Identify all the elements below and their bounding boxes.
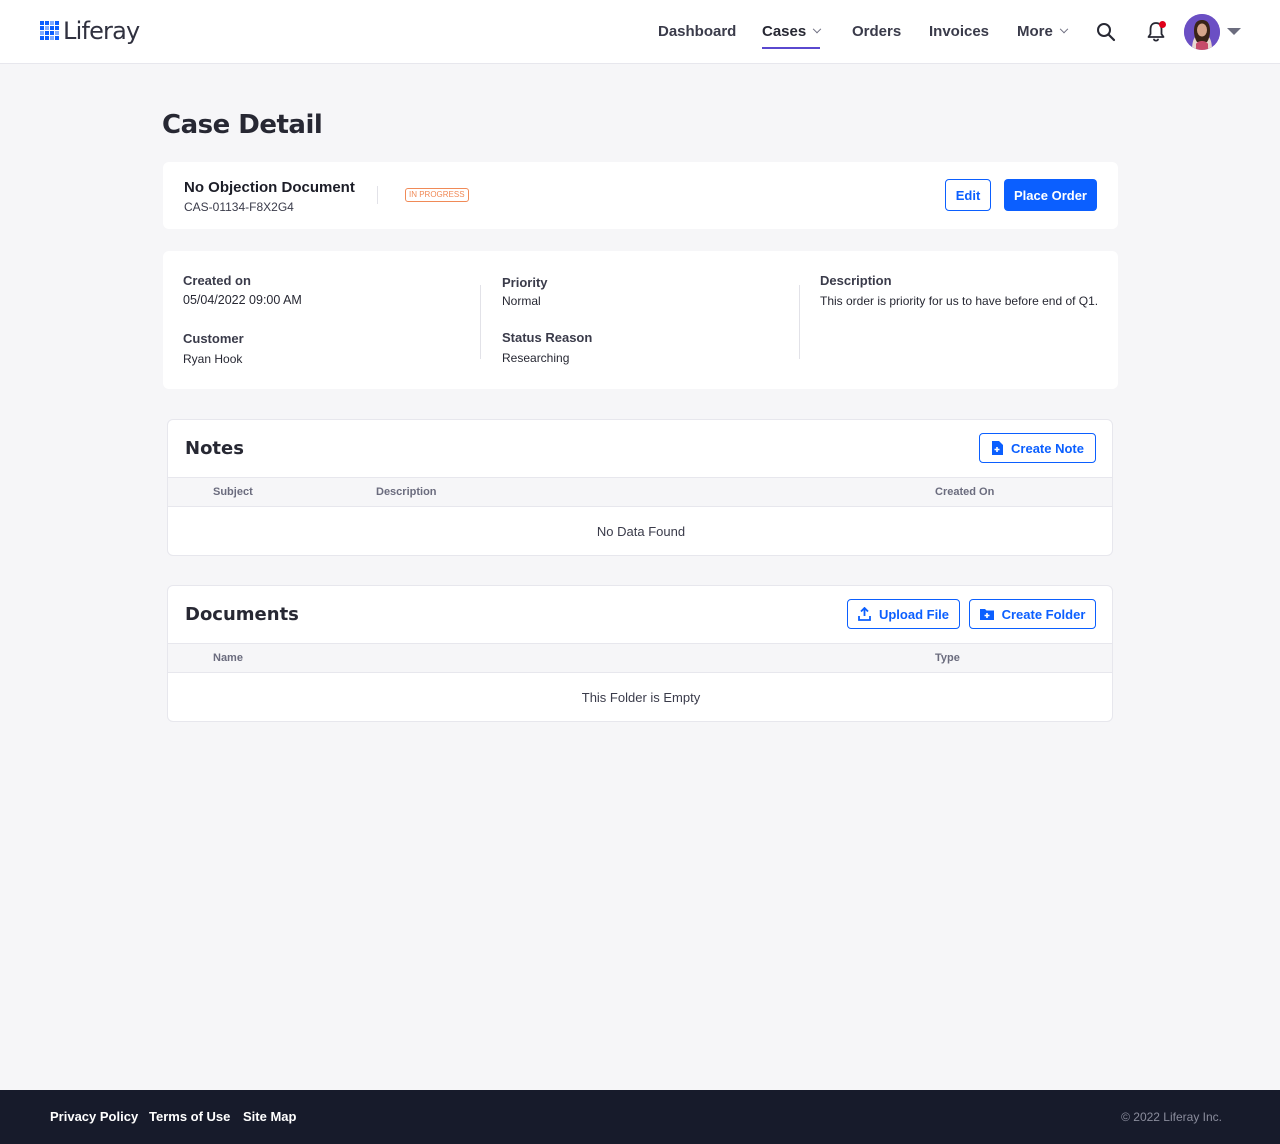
status-reason-value: Researching xyxy=(502,351,570,365)
nav-invoices[interactable]: Invoices xyxy=(929,0,989,63)
create-folder-label: Create Folder xyxy=(1001,606,1086,622)
caret-down-icon[interactable] xyxy=(1227,28,1241,35)
description-label: Description xyxy=(820,273,892,288)
copyright-text: © 2022 Liferay Inc. xyxy=(1121,1110,1222,1124)
top-navbar: Liferay Dashboard Cases Orders Invoices … xyxy=(0,0,1280,64)
case-code: CAS-01134-F8X2G4 xyxy=(184,200,294,214)
upload-file-label: Upload File xyxy=(878,606,950,622)
priority-label: Priority xyxy=(502,275,548,290)
notes-table-header: Subject Description Created On xyxy=(168,477,1112,507)
documents-panel: Documents Upload File Create Folder Name… xyxy=(167,585,1113,722)
liferay-logo-icon xyxy=(40,21,60,41)
edit-button[interactable]: Edit xyxy=(945,179,991,211)
upload-file-button[interactable]: Upload File xyxy=(847,599,960,629)
user-avatar-image xyxy=(1184,14,1220,50)
create-folder-button[interactable]: Create Folder xyxy=(969,599,1096,629)
folder-plus-icon xyxy=(979,609,994,620)
divider xyxy=(480,285,481,359)
column-header-name[interactable]: Name xyxy=(213,652,243,664)
create-note-label: Create Note xyxy=(1011,440,1084,456)
footer-link-terms-of-use[interactable]: Terms of Use xyxy=(149,1109,230,1124)
description-value: This order is priority for us to have be… xyxy=(820,294,1099,308)
customer-value: Ryan Hook xyxy=(183,352,243,366)
case-summary-card: No Objection Document CAS-01134-F8X2G4 I… xyxy=(163,162,1118,229)
search-button[interactable] xyxy=(1094,20,1118,44)
status-badge: IN PROGRESS xyxy=(405,188,469,202)
documents-title: Documents xyxy=(185,604,299,625)
notification-dot xyxy=(1159,21,1166,28)
notes-title: Notes xyxy=(185,438,244,459)
user-avatar[interactable] xyxy=(1184,14,1220,50)
chevron-down-icon xyxy=(812,24,822,33)
nav-dashboard[interactable]: Dashboard xyxy=(658,0,736,63)
nav-dashboard-label: Dashboard xyxy=(658,23,737,40)
divider xyxy=(799,285,800,359)
search-icon xyxy=(1097,23,1116,42)
nav-orders-label: Orders xyxy=(852,23,902,40)
footer-link-site-map[interactable]: Site Map xyxy=(243,1109,296,1124)
nav-invoices-label: Invoices xyxy=(929,23,990,40)
notes-empty-state: No Data Found xyxy=(596,524,686,539)
divider xyxy=(377,186,378,204)
case-details-card: Created on 05/04/2022 09:00 AM Customer … xyxy=(163,251,1118,389)
create-note-button[interactable]: Create Note xyxy=(979,433,1096,463)
column-header-created-on[interactable]: Created On xyxy=(935,486,994,498)
notifications-button[interactable] xyxy=(1144,20,1168,44)
file-icon xyxy=(992,441,1004,455)
nav-cases-label: Cases xyxy=(762,23,807,40)
column-header-description[interactable]: Description xyxy=(376,486,437,498)
priority-value: Normal xyxy=(502,294,541,308)
case-name: No Objection Document xyxy=(184,179,355,196)
nav-more-label: More xyxy=(1017,23,1053,40)
notes-panel: Notes Create Note Subject Description Cr… xyxy=(167,419,1113,556)
upload-icon xyxy=(858,607,871,621)
created-on-value: 05/04/2022 09:00 AM xyxy=(183,293,302,307)
brand-name: Liferay xyxy=(63,17,140,45)
column-header-type[interactable]: Type xyxy=(935,652,960,664)
page-title: Case Detail xyxy=(162,110,323,140)
footer: Privacy Policy Terms of Use Site Map © 2… xyxy=(0,1090,1280,1144)
documents-table-header: Name Type xyxy=(168,643,1112,673)
column-header-subject[interactable]: Subject xyxy=(213,486,253,498)
status-reason-label: Status Reason xyxy=(502,330,593,345)
nav-cases[interactable]: Cases xyxy=(762,0,822,63)
nav-orders[interactable]: Orders xyxy=(852,0,901,63)
customer-label: Customer xyxy=(183,331,244,346)
nav-more[interactable]: More xyxy=(1017,0,1069,63)
created-on-label: Created on xyxy=(183,273,251,288)
documents-empty-state: This Folder is Empty xyxy=(581,690,701,705)
chevron-down-icon xyxy=(1059,24,1069,33)
footer-link-privacy-policy[interactable]: Privacy Policy xyxy=(50,1109,138,1124)
liferay-logo[interactable]: Liferay xyxy=(40,17,140,45)
place-order-button[interactable]: Place Order xyxy=(1004,179,1097,211)
